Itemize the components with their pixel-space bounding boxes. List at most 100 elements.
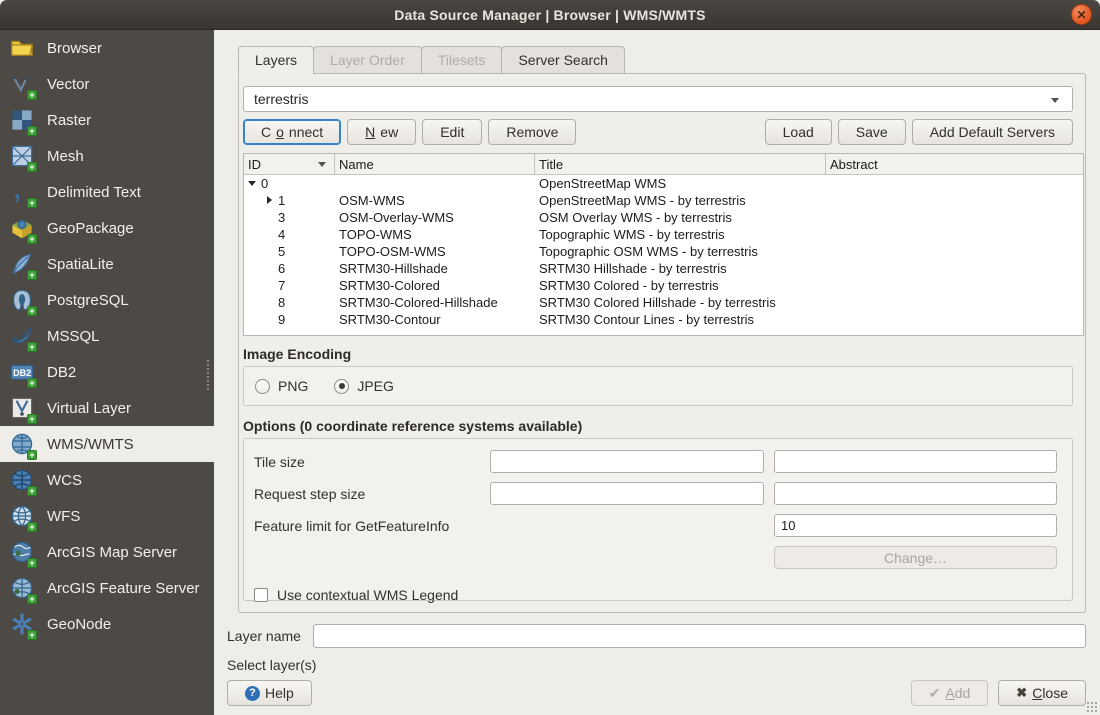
column-header-name[interactable]: Name <box>335 154 535 174</box>
sidebar-item-label: Delimited Text <box>47 184 141 201</box>
change-crs-button[interactable]: Change… <box>774 546 1057 569</box>
sidebar-item-label: MSSQL <box>47 328 100 345</box>
sidebar-item-mesh[interactable]: + Mesh <box>0 138 214 174</box>
sidebar-item-geopackage[interactable]: +GeoPackage <box>0 210 214 246</box>
sidebar-item-arcgis-feature-server[interactable]: +ArcGIS Feature Server <box>0 570 214 606</box>
add-plus-icon: + <box>27 414 37 424</box>
add-plus-icon: + <box>27 162 37 172</box>
wms-icon: + <box>10 432 34 456</box>
sidebar-item-wcs[interactable]: + WCS <box>0 462 214 498</box>
sidebar-splitter-handle[interactable] <box>207 360 209 390</box>
layer-name-input[interactable] <box>313 624 1086 648</box>
sidebar-item-vector[interactable]: + Vector <box>0 66 214 102</box>
tab-layers[interactable]: Layers <box>238 46 314 74</box>
sidebar-item-label: GeoNode <box>47 616 111 633</box>
column-header-abstract[interactable]: Abstract <box>826 154 1083 174</box>
tab-layer-order[interactable]: Layer Order <box>313 46 422 74</box>
sidebar-item-wfs[interactable]: + WFS <box>0 498 214 534</box>
spacer <box>582 119 758 145</box>
sidebar-item-wms-wmts[interactable]: + WMS/WMTS <box>0 426 214 462</box>
sidebar-item-label: WCS <box>47 472 82 489</box>
connect-button[interactable]: Connect <box>243 119 341 145</box>
arcgis-map-icon: + <box>10 540 34 564</box>
request-step-label: Request step size <box>254 482 480 505</box>
virtual-layer-icon: + <box>10 396 34 420</box>
add-plus-icon: + <box>27 90 37 100</box>
table-row[interactable]: 5TOPO-OSM-WMSTopographic OSM WMS - by te… <box>244 243 1083 260</box>
tree-indent <box>265 315 274 324</box>
table-row[interactable]: 9SRTM30-ContourSRTM30 Contour Lines - by… <box>244 311 1083 328</box>
layer-name-row: Layer name <box>227 624 1086 648</box>
chevron-down-icon <box>1051 98 1059 103</box>
wms-legend-checkbox-row[interactable]: Use contextual WMS Legend <box>254 586 1057 604</box>
edit-button[interactable]: Edit <box>422 119 482 145</box>
feature-limit-input[interactable] <box>774 514 1057 537</box>
new-button[interactable]: New <box>347 119 416 145</box>
sidebar-item-mssql[interactable]: +MSSQL <box>0 318 214 354</box>
table-row[interactable]: 6SRTM30-HillshadeSRTM30 Hillshade - by t… <box>244 260 1083 277</box>
sidebar-item-label: Mesh <box>47 148 84 165</box>
tree-indent <box>265 213 274 222</box>
help-button[interactable]: ?Help <box>227 680 312 706</box>
folder-icon <box>10 36 34 60</box>
collapse-arrow-icon[interactable] <box>248 179 257 188</box>
sidebar-item-browser[interactable]: Browser <box>0 30 214 66</box>
add-button[interactable]: ✔Add <box>911 680 989 706</box>
spatialite-icon: + <box>10 252 34 276</box>
server-connection-select[interactable]: terrestris <box>243 86 1073 112</box>
load-button[interactable]: Load <box>765 119 832 145</box>
sidebar-item-label: Raster <box>47 112 91 129</box>
sidebar-item-db2[interactable]: DB2+DB2 <box>0 354 214 390</box>
sidebar-item-postgresql[interactable]: +PostgreSQL <box>0 282 214 318</box>
png-radio[interactable]: PNG <box>255 378 308 394</box>
tree-indent <box>265 298 274 307</box>
save-button[interactable]: Save <box>838 119 906 145</box>
request-step-height-input[interactable] <box>774 482 1057 505</box>
request-step-width-input[interactable] <box>490 482 764 505</box>
sidebar-item-label: GeoPackage <box>47 220 134 237</box>
resize-grip[interactable] <box>1085 700 1098 713</box>
table-row[interactable]: 8SRTM30-Colored-HillshadeSRTM30 Colored … <box>244 294 1083 311</box>
window-close-button[interactable]: ✕ <box>1071 4 1092 25</box>
sidebar-item-label: PostgreSQL <box>47 292 129 309</box>
table-row[interactable]: 3OSM-Overlay-WMSOSM Overlay WMS - by ter… <box>244 209 1083 226</box>
column-header-id[interactable]: ID <box>244 154 335 174</box>
table-row[interactable]: 7SRTM30-ColoredSRTM30 Colored - by terre… <box>244 277 1083 294</box>
close-button[interactable]: ✖Close <box>998 680 1086 706</box>
add-plus-icon: + <box>27 486 37 496</box>
layers-table: ID Name Title Abstract 0OpenStr <box>243 153 1084 336</box>
jpeg-radio[interactable]: JPEG <box>334 378 394 394</box>
sidebar-item-raster[interactable]: + Raster <box>0 102 214 138</box>
svg-text:,: , <box>14 180 21 204</box>
table-row[interactable]: 1OSM-WMSOpenStreetMap WMS - by terrestri… <box>244 192 1083 209</box>
titlebar[interactable]: Data Source Manager | Browser | WMS/WMTS… <box>0 0 1100 30</box>
layers-table-header: ID Name Title Abstract <box>244 154 1083 175</box>
image-encoding-group: PNG JPEG <box>243 366 1073 406</box>
tab-server-search[interactable]: Server Search <box>501 46 624 74</box>
tree-indent <box>265 230 274 239</box>
vector-icon: + <box>10 72 34 96</box>
raster-icon: + <box>10 108 34 132</box>
sidebar-item-delimited-text[interactable]: ,+Delimited Text <box>0 174 214 210</box>
remove-button[interactable]: Remove <box>488 119 576 145</box>
expand-arrow-icon[interactable] <box>265 196 274 205</box>
sidebar-item-label: WFS <box>47 508 80 525</box>
table-row[interactable]: 0OpenStreetMap WMS <box>244 175 1083 192</box>
add-default-servers-button[interactable]: Add Default Servers <box>912 119 1073 145</box>
geonode-icon: + <box>10 612 34 636</box>
tab-tilesets[interactable]: Tilesets <box>421 46 503 74</box>
sidebar-item-label: DB2 <box>47 364 76 381</box>
sidebar-item-label: Vector <box>47 76 90 93</box>
layer-name-label: Layer name <box>227 628 305 644</box>
column-header-title[interactable]: Title <box>535 154 826 174</box>
sidebar-item-spatialite[interactable]: +SpatiaLite <box>0 246 214 282</box>
tile-size-width-input[interactable] <box>490 450 764 473</box>
tile-size-height-input[interactable] <box>774 450 1057 473</box>
sidebar-item-arcgis-map-server[interactable]: +ArcGIS Map Server <box>0 534 214 570</box>
sidebar-item-label: WMS/WMTS <box>47 436 134 453</box>
wfs-icon: + <box>10 504 34 528</box>
table-row[interactable]: 4TOPO-WMSTopographic WMS - by terrestris <box>244 226 1083 243</box>
sidebar-item-geonode[interactable]: + GeoNode <box>0 606 214 642</box>
sidebar-item-virtual-layer[interactable]: +Virtual Layer <box>0 390 214 426</box>
wms-page: LayersLayer OrderTilesetsServer Search t… <box>214 30 1100 715</box>
